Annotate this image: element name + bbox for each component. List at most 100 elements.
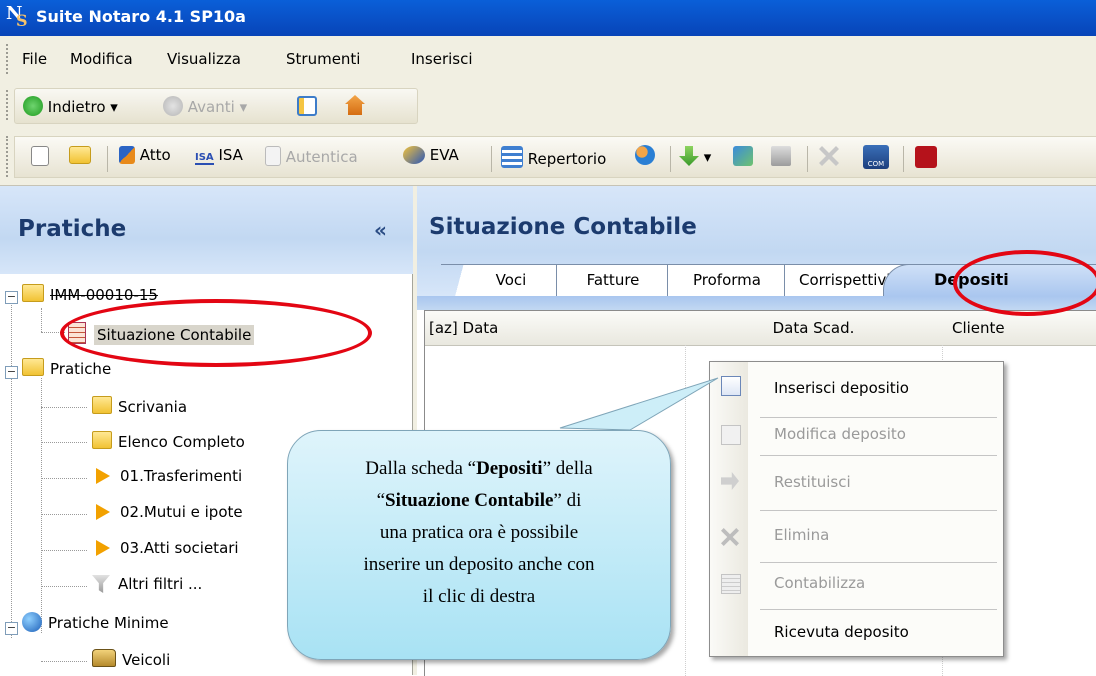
com-icon: COM	[863, 145, 889, 169]
menu-restituisci[interactable]: Restituisci	[774, 473, 851, 491]
home-icon	[345, 95, 365, 115]
column-header-cliente[interactable]: Cliente	[942, 311, 1096, 346]
delete-button[interactable]	[819, 146, 839, 166]
altri-filtri-label: Altri filtri ...	[118, 575, 203, 593]
expand-toggle[interactable]: −	[5, 366, 18, 379]
isa-label: ISA	[218, 146, 243, 164]
home-button[interactable]	[345, 95, 365, 115]
column-label: Data Scad.	[772, 319, 855, 337]
tree-item-pratiche[interactable]: Pratiche	[22, 358, 111, 378]
repertorio-button[interactable]: Repertorio	[501, 146, 606, 168]
callout-text: ” di	[553, 490, 582, 511]
callout-line: una pratica ora è possibile	[379, 522, 579, 543]
panel-button[interactable]	[297, 96, 317, 116]
tree-item-mutui[interactable]: 02.Mutui e ipote	[96, 503, 243, 521]
repertorio-label: Repertorio	[527, 150, 607, 168]
collapse-button[interactable]: «	[374, 218, 387, 242]
tree-item-elenco-completo[interactable]: Elenco Completo	[92, 431, 245, 451]
tree-item-atti-societari[interactable]: 03.Atti societari	[96, 539, 239, 557]
eva-button[interactable]: EVA	[403, 146, 459, 164]
com-button[interactable]: COM	[863, 145, 889, 169]
tree-line	[41, 661, 87, 662]
toolbar-separator	[903, 146, 904, 172]
column-header-data-scad[interactable]: Data Scad.	[685, 311, 943, 346]
atto-label: Atto	[139, 146, 171, 164]
red-app-icon	[915, 146, 937, 168]
open-folder-icon	[69, 146, 91, 164]
tree-item-case[interactable]: IMM-00010-15	[22, 284, 158, 304]
menu-file[interactable]: File	[22, 50, 47, 68]
eva-label: EVA	[429, 146, 459, 164]
tab-label: Corrispettivi	[799, 271, 891, 289]
column-header-data[interactable]: [az] Data	[425, 311, 690, 346]
transfer-button[interactable]	[733, 146, 753, 166]
veicoli-label: Veicoli	[122, 651, 171, 669]
download-button[interactable]: ▾	[679, 146, 711, 166]
menu-modifica-deposito[interactable]: Modifica deposito	[774, 425, 906, 443]
tab-voci[interactable]: Voci	[441, 264, 558, 297]
funnel-icon	[92, 575, 110, 593]
nav-strip: Indietro ▾ Avanti ▾	[14, 88, 418, 124]
tab-label: Fatture	[586, 271, 640, 289]
new-document-icon	[31, 146, 49, 166]
menu-bar: File Modifica Visualizza Strumenti Inser…	[0, 36, 1096, 82]
callout-text: Dalla scheda “	[365, 458, 477, 479]
isa-button[interactable]: ISA ISA	[195, 146, 243, 165]
toolbar-grip[interactable]	[6, 136, 11, 177]
tree-item-scrivania[interactable]: Scrivania	[92, 396, 187, 416]
filter-arrow-icon	[96, 504, 110, 520]
menu-elimina[interactable]: Elimina	[774, 526, 829, 544]
window-title: Suite Notaro 4.1 SP10a	[36, 7, 246, 26]
tab-fatture[interactable]: Fatture	[556, 264, 670, 297]
column-label: [az] Data	[429, 319, 499, 337]
app-logo-icon: NS	[6, 3, 28, 30]
menu-ricevuta-deposito[interactable]: Ricevuta deposito	[774, 623, 909, 641]
print-button[interactable]	[771, 146, 791, 166]
atto-button[interactable]: Atto	[119, 146, 171, 164]
callout-line: inserire un deposito anche con	[363, 554, 595, 575]
tree-item-pratiche-minime[interactable]: Pratiche Minime	[22, 612, 169, 632]
repertorio-icon	[501, 146, 523, 168]
printer-icon	[771, 146, 791, 166]
open-button[interactable]	[69, 146, 91, 164]
menu-grip[interactable]	[6, 44, 11, 74]
autentica-button[interactable]: Autentica	[265, 146, 358, 166]
nav-grip[interactable]	[6, 90, 11, 120]
expand-toggle[interactable]: −	[5, 622, 18, 635]
tree-item-veicoli[interactable]: Veicoli	[92, 649, 170, 669]
menu-separator	[760, 609, 997, 610]
forward-label: Avanti	[187, 98, 235, 116]
pratiche-title: Pratiche	[18, 216, 127, 242]
pratiche-label: Pratiche	[50, 360, 112, 378]
clients-button[interactable]	[635, 145, 655, 165]
expand-toggle[interactable]: −	[5, 291, 18, 304]
callout-bold: Situazione Contabile	[385, 490, 554, 511]
eva-icon	[403, 146, 425, 164]
people-icon	[635, 145, 655, 165]
menu-modifica[interactable]: Modifica	[70, 50, 133, 68]
toolbar-strip: Atto ISA ISA Autentica EVA Repertorio ▾ …	[14, 136, 1096, 178]
autentica-icon	[265, 146, 281, 166]
elenco-label: Elenco Completo	[118, 433, 245, 451]
autentica-label: Autentica	[285, 148, 358, 166]
main-toolbar: Atto ISA ISA Autentica EVA Repertorio ▾ …	[0, 128, 1096, 186]
back-button[interactable]: Indietro ▾	[23, 96, 118, 116]
tab-proforma[interactable]: Proforma	[667, 264, 787, 297]
download-icon	[679, 146, 699, 166]
tree-item-altri-filtri[interactable]: Altri filtri ...	[92, 575, 202, 593]
menu-visualizza[interactable]: Visualizza	[167, 50, 241, 68]
tree-line	[41, 378, 42, 633]
menu-strumenti[interactable]: Strumenti	[286, 50, 360, 68]
scrivania-label: Scrivania	[118, 398, 188, 416]
menu-inserisci-deposito[interactable]: Inserisci depositio	[774, 379, 909, 397]
extra-button[interactable]	[915, 146, 937, 168]
back-arrow-icon	[23, 96, 43, 116]
callout-line: il clic di destra	[422, 586, 536, 607]
menu-inserisci[interactable]: Inserisci	[411, 50, 473, 68]
menu-contabilizza[interactable]: Contabilizza	[774, 574, 865, 592]
new-button[interactable]	[31, 146, 49, 166]
tree-item-trasferimenti[interactable]: 01.Trasferimenti	[96, 467, 242, 485]
tree-line	[41, 586, 87, 587]
forward-button[interactable]: Avanti ▾	[163, 96, 247, 116]
pratiche-minime-label: Pratiche Minime	[48, 614, 169, 632]
